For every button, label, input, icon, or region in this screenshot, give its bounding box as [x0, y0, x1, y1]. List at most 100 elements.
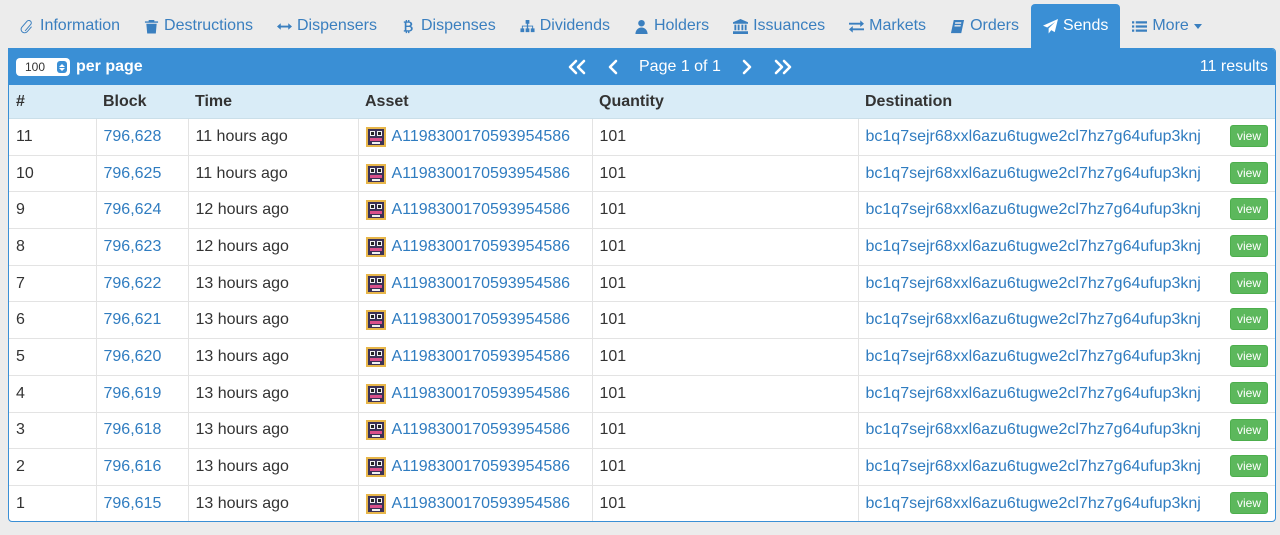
- tab-label: Orders: [970, 17, 1019, 34]
- destination-link[interactable]: bc1q7sejr68xxl6azu6tugwe2cl7hz7g64ufup3k…: [866, 128, 1201, 145]
- view-button[interactable]: view: [1229, 125, 1268, 147]
- tab-label: Markets: [869, 17, 927, 34]
- per-page-select[interactable]: 100: [16, 58, 70, 76]
- table-row: 3 796,618 13 hours ago A1198300170593954…: [9, 411, 1275, 449]
- paperclip-icon: [20, 19, 32, 33]
- tab-dividends[interactable]: Dividends: [508, 4, 622, 48]
- destination-link[interactable]: bc1q7sejr68xxl6azu6tugwe2cl7hz7g64ufup3k…: [866, 348, 1201, 365]
- tab-holders[interactable]: Holders: [622, 4, 721, 48]
- block-link[interactable]: 796,628: [104, 128, 162, 145]
- sitemap-icon: [520, 19, 535, 32]
- tab-information[interactable]: Information: [8, 4, 132, 48]
- book-icon: [951, 19, 965, 33]
- column-header-block: Block: [96, 85, 188, 119]
- row-quantity: 101: [592, 374, 859, 412]
- destination-link[interactable]: bc1q7sejr68xxl6azu6tugwe2cl7hz7g64ufup3k…: [866, 495, 1201, 512]
- table-row: 6 796,621 13 hours ago A1198300170593954…: [9, 301, 1275, 339]
- block-link[interactable]: 796,620: [104, 348, 162, 365]
- next-page-button[interactable]: [729, 49, 765, 85]
- last-page-button[interactable]: [765, 49, 801, 85]
- asset-link[interactable]: A1198300170593954586: [392, 238, 571, 256]
- asset-thumbnail-icon: [365, 346, 386, 367]
- view-button[interactable]: view: [1229, 491, 1268, 514]
- row-time: 12 hours ago: [188, 228, 359, 266]
- tab-orders[interactable]: Orders: [938, 4, 1031, 48]
- row-time: 11 hours ago: [188, 154, 359, 192]
- asset-link[interactable]: A1198300170593954586: [392, 421, 571, 439]
- tab-issuances[interactable]: Issuances: [721, 4, 837, 48]
- view-button[interactable]: view: [1229, 271, 1268, 294]
- column-header-destination: Destination: [858, 85, 1275, 119]
- view-button[interactable]: view: [1229, 235, 1268, 258]
- row-time: 13 hours ago: [188, 264, 359, 302]
- asset-link[interactable]: A1198300170593954586: [392, 495, 571, 513]
- destination-link[interactable]: bc1q7sejr68xxl6azu6tugwe2cl7hz7g64ufup3k…: [866, 421, 1201, 438]
- table-row: 1 796,615 13 hours ago A1198300170593954…: [9, 484, 1275, 521]
- row-number: 6: [9, 301, 97, 339]
- asset-link[interactable]: A1198300170593954586: [392, 165, 571, 183]
- tab-label: More: [1152, 17, 1189, 34]
- row-quantity: 101: [592, 338, 859, 376]
- asset-link[interactable]: A1198300170593954586: [392, 458, 571, 476]
- view-button[interactable]: view: [1229, 198, 1268, 221]
- block-link[interactable]: 796,622: [104, 275, 162, 292]
- tab-destructions[interactable]: Destructions: [132, 4, 265, 48]
- destination-link[interactable]: bc1q7sejr68xxl6azu6tugwe2cl7hz7g64ufup3k…: [866, 275, 1201, 292]
- asset-thumbnail-icon: [365, 310, 386, 331]
- tab-label: Dispenses: [421, 17, 496, 34]
- view-button[interactable]: view: [1229, 161, 1268, 184]
- chevron-down-icon: [1193, 23, 1202, 29]
- block-link[interactable]: 796,616: [104, 458, 162, 475]
- block-link[interactable]: 796,618: [104, 421, 162, 438]
- row-time: 12 hours ago: [188, 191, 359, 229]
- tab-sends[interactable]: Sends: [1030, 4, 1121, 48]
- view-button[interactable]: view: [1229, 455, 1268, 478]
- asset-link[interactable]: A1198300170593954586: [392, 201, 571, 219]
- view-button[interactable]: view: [1229, 381, 1268, 404]
- view-button[interactable]: view: [1229, 418, 1268, 441]
- destination-link[interactable]: bc1q7sejr68xxl6azu6tugwe2cl7hz7g64ufup3k…: [866, 201, 1201, 218]
- double-chevron-right-icon: [774, 59, 792, 75]
- asset-link[interactable]: A1198300170593954586: [392, 128, 571, 146]
- list-icon: [1132, 20, 1148, 32]
- first-page-button[interactable]: [559, 49, 595, 85]
- tab-label: Issuances: [753, 17, 826, 34]
- tab-markets[interactable]: Markets: [837, 4, 938, 48]
- destination-link[interactable]: bc1q7sejr68xxl6azu6tugwe2cl7hz7g64ufup3k…: [866, 238, 1201, 255]
- view-button[interactable]: view: [1229, 308, 1268, 331]
- per-page-label: per page: [76, 58, 143, 75]
- tab-more[interactable]: More: [1120, 4, 1213, 48]
- tab-dispensers[interactable]: Dispensers: [265, 4, 389, 48]
- block-link[interactable]: 796,619: [104, 385, 162, 402]
- row-number: 11: [9, 118, 97, 156]
- asset-link[interactable]: A1198300170593954586: [392, 385, 571, 403]
- table-body: 11 796,628 11 hours ago A119830017059395…: [9, 118, 1275, 521]
- destination-link[interactable]: bc1q7sejr68xxl6azu6tugwe2cl7hz7g64ufup3k…: [866, 458, 1201, 475]
- row-time: 13 hours ago: [188, 301, 359, 339]
- block-link[interactable]: 796,625: [104, 165, 162, 182]
- block-link[interactable]: 796,615: [104, 495, 162, 512]
- column-header-asset: Asset: [358, 85, 592, 119]
- asset-thumbnail-icon: [365, 383, 386, 404]
- row-number: 7: [9, 264, 97, 302]
- chevron-left-icon: [608, 59, 618, 75]
- destination-link[interactable]: bc1q7sejr68xxl6azu6tugwe2cl7hz7g64ufup3k…: [866, 165, 1201, 182]
- row-time: 13 hours ago: [188, 338, 359, 376]
- block-link[interactable]: 796,621: [104, 311, 162, 328]
- asset-thumbnail-icon: [365, 126, 386, 147]
- per-page-control: 100 per page: [16, 58, 143, 76]
- asset-link[interactable]: A1198300170593954586: [392, 275, 571, 293]
- prev-page-button[interactable]: [595, 49, 631, 85]
- row-quantity: 101: [592, 448, 859, 486]
- block-link[interactable]: 796,624: [104, 201, 162, 218]
- row-quantity: 101: [592, 411, 859, 449]
- row-time: 13 hours ago: [188, 411, 359, 449]
- destination-link[interactable]: bc1q7sejr68xxl6azu6tugwe2cl7hz7g64ufup3k…: [866, 385, 1201, 402]
- asset-link[interactable]: A1198300170593954586: [392, 311, 571, 329]
- block-link[interactable]: 796,623: [104, 238, 162, 255]
- view-button[interactable]: view: [1229, 345, 1268, 368]
- asset-thumbnail-icon: [365, 163, 386, 184]
- destination-link[interactable]: bc1q7sejr68xxl6azu6tugwe2cl7hz7g64ufup3k…: [866, 311, 1201, 328]
- asset-link[interactable]: A1198300170593954586: [392, 348, 571, 366]
- tab-dispenses[interactable]: Dispenses: [389, 4, 508, 48]
